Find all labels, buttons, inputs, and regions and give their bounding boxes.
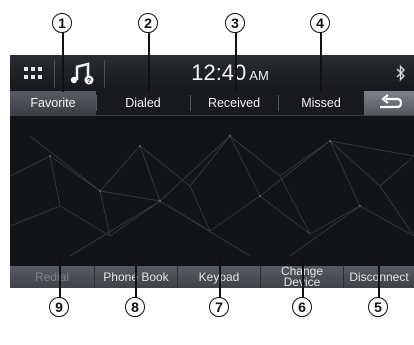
callout-leader-3 <box>235 28 237 92</box>
callout-4: 4 <box>310 13 330 33</box>
callout-leader-8 <box>135 258 137 298</box>
status-separator <box>54 60 55 88</box>
status-bar: ? 12:40 AM <box>10 55 414 91</box>
callout-2: 2 <box>138 13 158 33</box>
callout-8: 8 <box>125 297 145 317</box>
status-separator <box>104 60 105 88</box>
callout-leader-5 <box>378 258 380 298</box>
clock-ampm: AM <box>249 68 269 83</box>
back-arrow-icon <box>380 94 403 109</box>
callout-leader-2 <box>148 28 150 92</box>
grid-menu-icon[interactable] <box>24 67 42 79</box>
background-artwork <box>10 134 414 257</box>
phone-screen: ? 12:40 AM Favorite Dialed Received Misse… <box>10 55 414 288</box>
bluetooth-icon <box>396 64 406 82</box>
redial-button[interactable]: Redial <box>10 266 94 288</box>
callout-1: 1 <box>52 13 72 33</box>
callout-6: 6 <box>292 297 312 317</box>
callout-leader-7 <box>219 258 221 298</box>
callout-leader-1 <box>62 28 64 92</box>
music-note-icon[interactable]: ? <box>68 60 98 88</box>
bottom-button-bar: Redial Phone Book Keypad Change Device D… <box>10 265 414 288</box>
back-button[interactable] <box>364 91 414 115</box>
callout-leader-6 <box>302 258 304 298</box>
callout-leader-4 <box>320 28 322 92</box>
tab-received[interactable]: Received <box>191 91 277 115</box>
clock: 12:40 AM <box>160 60 300 86</box>
callout-7: 7 <box>209 297 229 317</box>
callout-5: 5 <box>368 297 388 317</box>
tab-favorite[interactable]: Favorite <box>10 91 96 115</box>
call-history-tabs: Favorite Dialed Received Missed <box>10 91 414 116</box>
callout-leader-9 <box>59 258 61 298</box>
clock-time: 12:40 <box>191 60 247 85</box>
tab-dialed[interactable]: Dialed <box>97 91 189 115</box>
svg-text:?: ? <box>87 78 91 85</box>
tab-missed[interactable]: Missed <box>279 91 363 115</box>
callout-3: 3 <box>225 13 245 33</box>
callout-9: 9 <box>49 297 69 317</box>
